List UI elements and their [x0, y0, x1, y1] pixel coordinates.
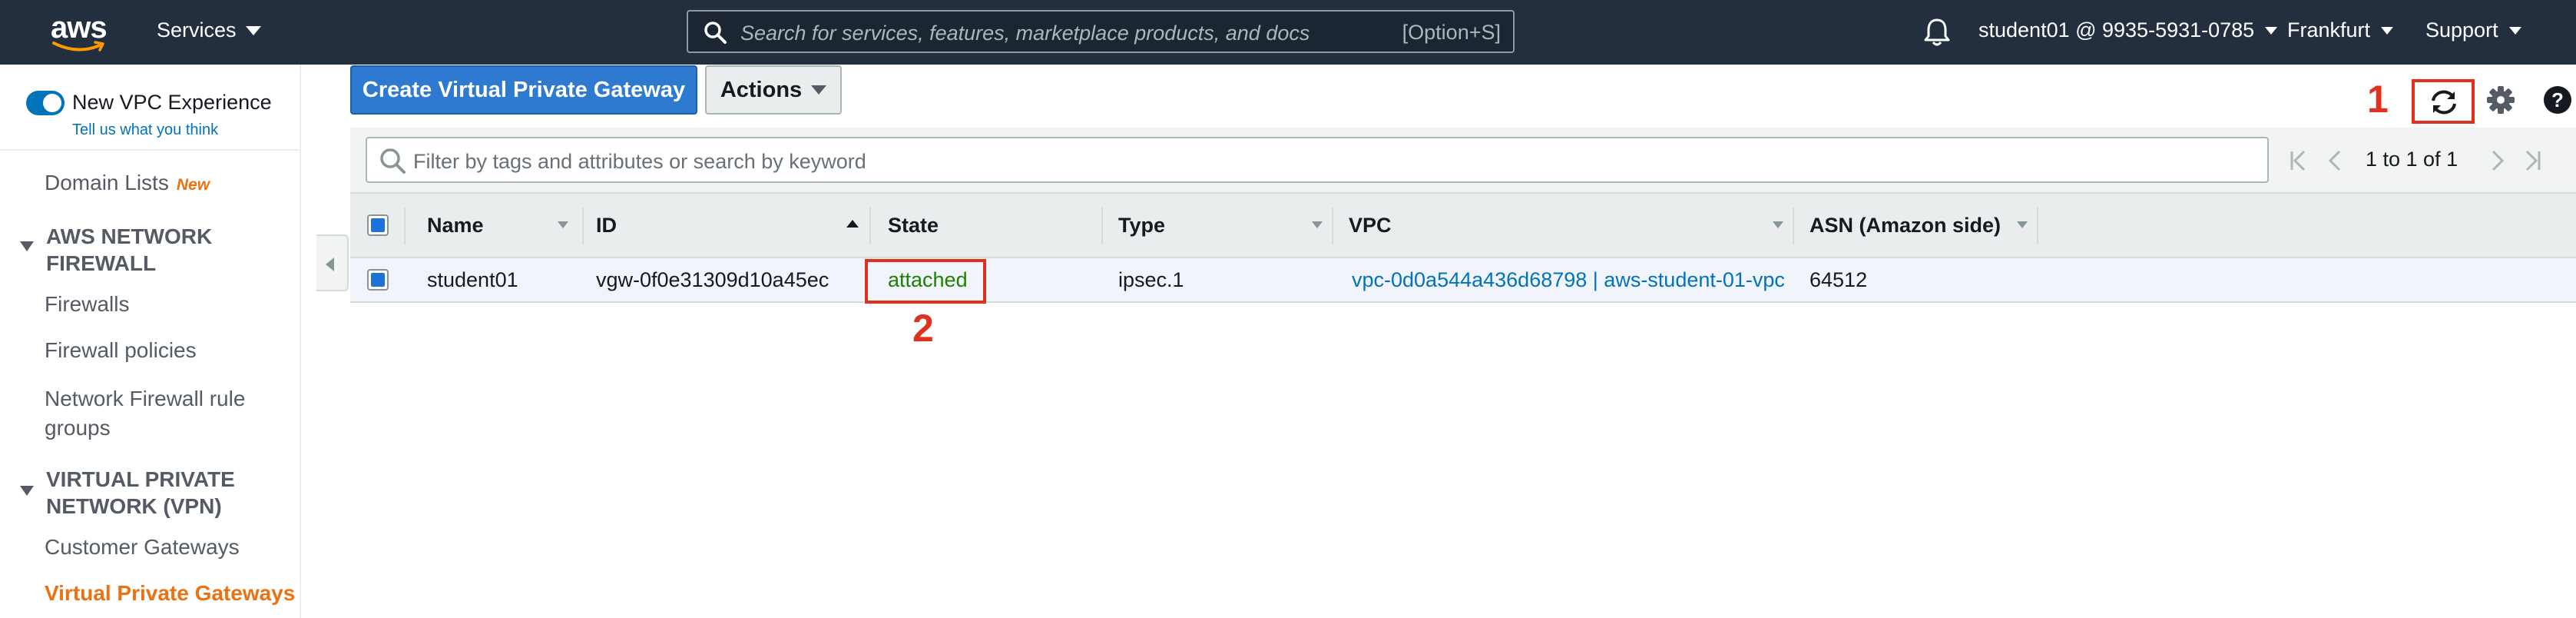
svg-text:?: ?: [2551, 88, 2564, 111]
actions-label: Actions: [720, 77, 803, 102]
tell-us-link[interactable]: Tell us what you think: [72, 121, 218, 139]
section-heading-line: NETWORK (VPN): [46, 494, 222, 518]
last-page-icon[interactable]: [2524, 149, 2542, 172]
region-menu[interactable]: Frankfurt: [2287, 18, 2394, 42]
account-menu[interactable]: student01 @ 9935-5931-0785: [1978, 18, 2278, 42]
sidebar-item-virtual-private-gateways[interactable]: Virtual Private Gateways: [45, 581, 295, 606]
sort-icon[interactable]: [2017, 221, 2028, 228]
services-menu[interactable]: Services: [157, 18, 261, 42]
left-sidebar: New VPC Experience Tell us what you thin…: [0, 65, 301, 618]
column-separator: [1101, 208, 1103, 244]
sort-icon[interactable]: [1312, 221, 1323, 228]
sidebar-item-domain-lists[interactable]: Domain Lists New: [45, 171, 210, 195]
section-heading-line: AWS NETWORK: [46, 224, 213, 248]
refresh-icon: [2432, 90, 2456, 115]
services-label: Services: [157, 18, 237, 42]
section-heading-line: FIREWALL: [46, 251, 157, 275]
new-badge: New: [176, 176, 210, 194]
sidebar-item-firewall-policies[interactable]: Firewall policies: [45, 338, 197, 363]
table-header: Name ID State Type VPC ASN (Amazon side): [350, 192, 2576, 258]
actions-button[interactable]: Actions: [705, 65, 842, 115]
refresh-button[interactable]: [2412, 79, 2475, 124]
sidebar-item-network-firewall-rule-groups[interactable]: Network Firewall rule groups: [45, 384, 245, 443]
region-label: Frankfurt: [2287, 18, 2371, 42]
cell-vpc-link[interactable]: vpc-0d0a544a436d68798 | aws-student-01-v…: [1352, 258, 1785, 301]
toggle-knob: [43, 94, 61, 112]
column-separator: [2037, 208, 2038, 244]
support-label: Support: [2425, 18, 2498, 42]
column-separator: [1332, 208, 1333, 244]
sort-ascending-icon[interactable]: [846, 220, 859, 228]
table-row[interactable]: student01 vgw-0f0e31309d10a45ec attached…: [350, 258, 2576, 303]
section-collapse-icon[interactable]: [20, 486, 34, 496]
previous-page-icon[interactable]: [2327, 149, 2343, 172]
sort-icon[interactable]: [1773, 221, 1783, 228]
sidebar-divider: [0, 149, 300, 151]
first-page-icon[interactable]: [2289, 149, 2307, 172]
checkbox-fill: [371, 218, 385, 232]
new-vpc-experience-toggle[interactable]: [26, 91, 65, 115]
column-header-name[interactable]: Name: [427, 194, 484, 257]
column-header-vpc[interactable]: VPC: [1349, 194, 1392, 257]
new-vpc-experience-label: New VPC Experience: [72, 91, 272, 114]
next-page-icon[interactable]: [2490, 149, 2505, 172]
aws-logo[interactable]: aws: [51, 11, 108, 54]
global-search-input[interactable]: [739, 18, 1341, 48]
support-menu[interactable]: Support: [2425, 18, 2521, 42]
chevron-down-icon: [2265, 26, 2278, 35]
search-icon: [704, 22, 727, 44]
chevron-down-icon: [245, 25, 261, 35]
column-separator: [404, 208, 406, 244]
annotation-number-2: 2: [912, 307, 934, 350]
section-heading-line: VIRTUAL PRIVATE: [46, 467, 235, 491]
chevron-down-icon: [811, 85, 827, 95]
account-label: student01 @ 9935-5931-0785: [1978, 18, 2255, 42]
column-separator: [869, 208, 871, 244]
section-collapse-icon[interactable]: [20, 241, 34, 251]
create-virtual-private-gateway-button[interactable]: Create Virtual Private Gateway: [350, 65, 697, 115]
cell-type: ipsec.1: [1118, 267, 1184, 291]
chevron-down-icon: [2508, 26, 2521, 35]
sidebar-item-label: Network Firewall rule: [45, 387, 246, 410]
sidebar-item-label: groups: [45, 416, 111, 440]
sidebar-collapse-button[interactable]: [316, 234, 349, 291]
column-header-id[interactable]: ID: [596, 194, 617, 257]
help-icon[interactable]: ?: [2542, 85, 2573, 115]
column-header-asn[interactable]: ASN (Amazon side): [1809, 194, 2001, 257]
column-separator: [582, 208, 584, 244]
gear-icon[interactable]: [2485, 85, 2516, 115]
global-search[interactable]: [Option+S]: [687, 10, 1515, 53]
search-shortcut-hint: [Option+S]: [1402, 21, 1501, 44]
annotation-highlight-state: [865, 259, 986, 304]
pagination-text: 1 to 1 of 1: [2366, 148, 2458, 171]
chevron-down-icon: [2381, 26, 2394, 35]
cell-asn: 64512: [1809, 267, 1868, 291]
chevron-left-icon: [326, 258, 334, 271]
annotation-number-1: 1: [2367, 78, 2389, 121]
filter-input[interactable]: [412, 146, 2243, 177]
column-header-state[interactable]: State: [888, 194, 939, 257]
bell-icon[interactable]: [1923, 17, 1951, 48]
cell-id: vgw-0f0e31309d10a45ec: [596, 267, 829, 291]
filter-box[interactable]: [366, 137, 2269, 183]
top-navigation-bar: aws Services [Option+S] student01 @ 9935…: [0, 0, 2576, 65]
checkbox-fill: [371, 273, 385, 287]
aws-smile-icon: [52, 41, 104, 52]
search-icon: [380, 148, 406, 174]
sort-icon[interactable]: [558, 221, 568, 228]
column-header-type[interactable]: Type: [1118, 194, 1165, 257]
row-checkbox[interactable]: [367, 269, 389, 291]
sidebar-item-label: Domain Lists: [45, 171, 169, 194]
sidebar-item-firewalls[interactable]: Firewalls: [45, 292, 129, 317]
section-heading-vpn[interactable]: VIRTUAL PRIVATE NETWORK (VPN): [46, 466, 235, 520]
select-all-checkbox[interactable]: [367, 214, 389, 236]
sidebar-item-customer-gateways[interactable]: Customer Gateways: [45, 535, 240, 560]
cell-name: student01: [427, 267, 518, 291]
section-heading-network-firewall[interactable]: AWS NETWORK FIREWALL: [46, 223, 212, 277]
column-separator: [1793, 208, 1794, 244]
